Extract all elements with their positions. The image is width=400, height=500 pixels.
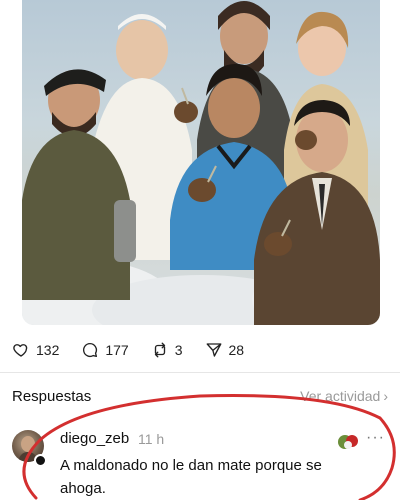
reply-item[interactable]: diego_zeb 11 h ··· A maldonado no le dan… [0, 424, 400, 500]
view-activity-label: Ver actividad [300, 388, 381, 404]
post-actions: 132 177 3 28 [12, 337, 244, 363]
reply-text: A maldonado no le dan mate porque se aho… [60, 457, 322, 497]
painting-illustration [22, 1, 380, 325]
reply-timestamp: 11 h [138, 431, 165, 447]
view-activity-link[interactable]: Ver actividad › [300, 388, 388, 404]
comment-count: 177 [105, 342, 129, 358]
more-options-icon[interactable]: ··· [366, 429, 385, 447]
post-image[interactable] [22, 0, 380, 325]
like-count: 132 [36, 342, 60, 358]
send-icon [206, 343, 221, 357]
repost-button[interactable]: 3 [151, 341, 183, 359]
add-follow-badge[interactable] [34, 454, 47, 467]
repost-icon [154, 342, 165, 358]
repost-count: 3 [174, 342, 183, 358]
like-button[interactable]: 132 [12, 341, 59, 359]
share-count: 28 [228, 342, 245, 358]
comment-button[interactable]: 177 [81, 341, 129, 359]
flag-emoji-icon [338, 435, 358, 449]
divider [0, 372, 400, 373]
comment-bubble-icon [83, 342, 98, 358]
share-button[interactable]: 28 [205, 341, 245, 359]
chevron-right-icon: › [383, 388, 388, 404]
reply-username[interactable]: diego_zeb [60, 430, 129, 447]
heart-icon [13, 344, 28, 357]
replies-title: Respuestas [12, 387, 92, 405]
replies-header: Respuestas Ver actividad › [12, 384, 388, 408]
